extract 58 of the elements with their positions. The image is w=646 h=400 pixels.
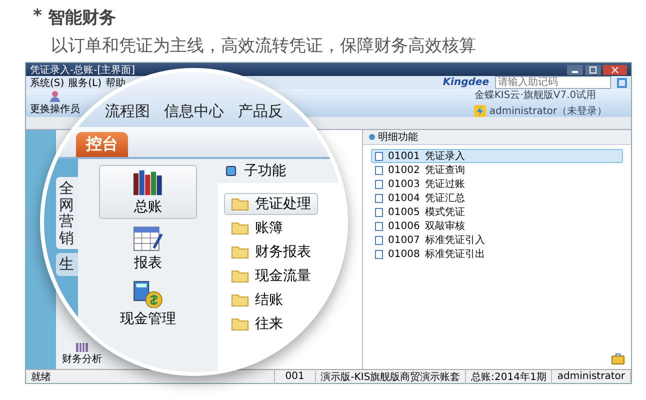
- folder-item[interactable]: 账簿: [224, 217, 290, 239]
- module-button[interactable]: 总账: [99, 165, 197, 219]
- search-field[interactable]: 请输入助记码: [495, 76, 611, 89]
- edition-label: 金蝶KIS云·旗舰版V7.0试用: [474, 88, 596, 102]
- user-label: administrator（未登录）: [489, 104, 607, 118]
- maximize-button[interactable]: [585, 64, 601, 74]
- user-icon: [49, 90, 61, 102]
- folder-icon: [231, 221, 249, 235]
- books-icon: [132, 168, 164, 196]
- menu-item[interactable]: 流程图: [105, 102, 150, 121]
- folder-item[interactable]: 现金流量: [224, 265, 318, 287]
- folder-icon: [231, 293, 249, 307]
- panel-marker-icon: [226, 166, 236, 176]
- feature-description: 以订单和凭证为主线，高效流转凭证，保障财务高效核算: [51, 35, 477, 57]
- spreadsheet-pen-icon: [132, 224, 164, 252]
- close-button[interactable]: [603, 64, 627, 74]
- window-title: 凭证录入-总账-[主界面]: [30, 64, 136, 76]
- function-item[interactable]: 01006 双敲审核: [371, 219, 623, 233]
- folder-item[interactable]: 往来: [224, 313, 290, 335]
- function-item[interactable]: 01003 凭证过账: [371, 177, 623, 191]
- status-text: administrator: [552, 371, 631, 382]
- nav-item[interactable]: 财务分析: [62, 340, 102, 366]
- status-text: 演示版-KIS旗舰版商贸演示账套: [316, 370, 466, 384]
- module-button[interactable]: 报表: [131, 221, 165, 275]
- menu-item[interactable]: 信息中心: [164, 102, 224, 121]
- menu-item[interactable]: 产品反: [238, 102, 283, 121]
- status-text: 总账:2014年1期: [466, 370, 552, 384]
- status-text: 001: [274, 371, 316, 382]
- side-tab[interactable]: 生: [56, 253, 78, 276]
- function-item[interactable]: 01004 凭证汇总: [371, 191, 623, 205]
- feature-title: 智能财务: [48, 7, 116, 29]
- menu-item[interactable]: 系统(S): [30, 76, 64, 90]
- search-button[interactable]: [617, 78, 627, 88]
- function-item[interactable]: 01008 标准凭证引出: [371, 247, 623, 261]
- brand-logo: Kingdee: [442, 77, 489, 88]
- function-item[interactable]: 01007 标准凭证引入: [371, 233, 623, 247]
- folder-icon: [231, 197, 249, 211]
- panel-marker-icon: [369, 134, 375, 140]
- calculator-moneybag-icon: [132, 280, 164, 308]
- folder-icon: [231, 245, 249, 259]
- lightning-icon: [474, 105, 486, 117]
- function-item[interactable]: 01001 凭证录入: [371, 149, 623, 163]
- folder-icon: [231, 269, 249, 283]
- folder-item[interactable]: 财务报表: [224, 241, 318, 263]
- side-tab[interactable]: 全网营销: [56, 177, 78, 249]
- function-item[interactable]: 01005 模式凭证: [371, 205, 623, 219]
- folder-item[interactable]: 凭证处理: [224, 193, 318, 215]
- bullet-mark: *: [33, 6, 42, 28]
- function-item[interactable]: 01002 凭证查询: [371, 163, 623, 177]
- panel-title: 子功能: [244, 162, 286, 180]
- module-button[interactable]: 现金管理: [119, 277, 177, 331]
- minimize-button[interactable]: [567, 64, 583, 74]
- briefcase-icon[interactable]: [611, 353, 625, 365]
- panel-title: 明细功能: [378, 130, 418, 144]
- folder-item[interactable]: 结账: [224, 289, 290, 311]
- toolbar-button[interactable]: 更换操作员: [30, 90, 80, 116]
- menu-item[interactable]: 服务(L): [68, 76, 102, 90]
- folder-icon: [231, 317, 249, 331]
